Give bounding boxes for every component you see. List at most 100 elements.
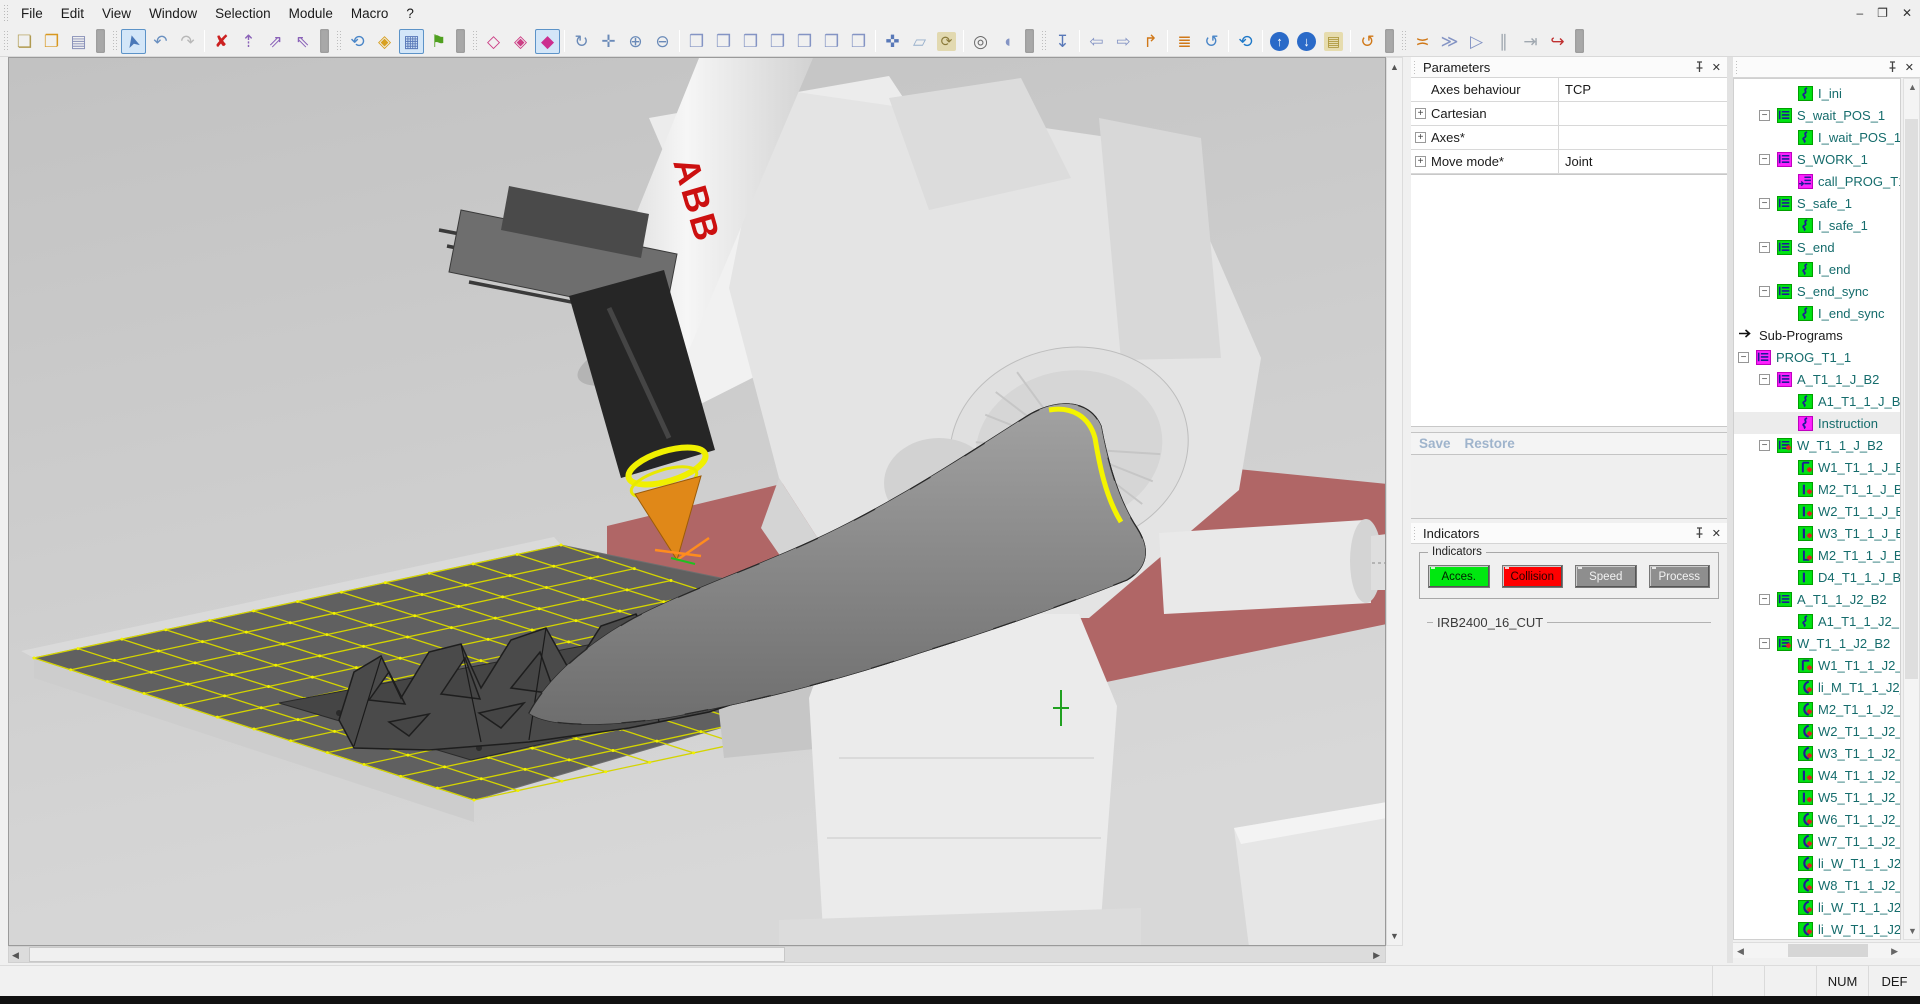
scroll-left-icon[interactable]: ◀ xyxy=(12,950,19,961)
tree-item[interactable]: M2_T1_1_J2_B2 xyxy=(1734,698,1900,720)
tree-item[interactable]: W3_T1_1_J2_B2 xyxy=(1734,742,1900,764)
viewport-vscrollbar[interactable]: ▲ ▼ xyxy=(1386,57,1403,946)
simulate-to-end-button[interactable]: ⇥ xyxy=(1518,29,1543,54)
menu-selection[interactable]: Selection xyxy=(206,2,280,25)
open-file-button[interactable]: ❐ xyxy=(39,29,64,54)
tree-item[interactable]: W4_T1_1_J2_B2 xyxy=(1734,764,1900,786)
tree-item[interactable]: W1_T1_1_J2_B2 xyxy=(1734,654,1900,676)
tree-item[interactable]: A1_T1_1_J_B2 xyxy=(1734,390,1900,412)
tree-item[interactable]: call_PROG_T1_1 xyxy=(1734,170,1900,192)
scroll-thumb[interactable] xyxy=(1905,119,1918,679)
collision-check-button[interactable]: ≍ xyxy=(1410,29,1435,54)
cad-plane-button[interactable]: ◈ xyxy=(372,29,397,54)
simulate-fast-button[interactable]: ≫ xyxy=(1437,29,1462,54)
window-close-icon[interactable]: ✕ xyxy=(1902,6,1912,20)
menu-edit[interactable]: Edit xyxy=(52,2,93,25)
tree-item[interactable]: I_end xyxy=(1734,258,1900,280)
delete-point-button[interactable]: ✘ xyxy=(209,29,234,54)
menu-module[interactable]: Module xyxy=(280,2,342,25)
view-bottom-button[interactable]: ❒ xyxy=(846,29,871,54)
tree-hscrollbar[interactable]: ◀ ▶ xyxy=(1733,942,1920,958)
pin-icon[interactable] xyxy=(1888,61,1897,73)
tree-item[interactable]: −S_end_sync xyxy=(1734,280,1900,302)
scroll-down-icon[interactable]: ▼ xyxy=(1390,927,1399,945)
expand-icon[interactable]: + xyxy=(1415,156,1426,167)
indicator-acces[interactable]: Acces. xyxy=(1428,565,1490,588)
move-up-button[interactable]: ↑ xyxy=(1267,29,1292,54)
close-icon[interactable]: ✕ xyxy=(1712,527,1721,540)
interpolation-button[interactable]: ↺ xyxy=(1355,29,1380,54)
collapse-icon[interactable]: − xyxy=(1759,154,1770,165)
fit-all-button[interactable]: ✜ xyxy=(880,29,905,54)
collapse-icon[interactable]: − xyxy=(1759,594,1770,605)
free-move-button[interactable]: ⇖ xyxy=(290,29,315,54)
coord-system-xyz-button[interactable]: ↺ xyxy=(1199,29,1224,54)
menu-view[interactable]: View xyxy=(93,2,140,25)
frames-button[interactable]: ▤ xyxy=(1321,29,1346,54)
refresh-view-button[interactable]: ⟳ xyxy=(934,29,959,54)
tree-item[interactable]: M2_T1_1_J_B2 xyxy=(1734,478,1900,500)
pin-icon[interactable] xyxy=(1695,61,1704,73)
tree-item[interactable]: D4_T1_1_J_B2 xyxy=(1734,566,1900,588)
parameter-value[interactable] xyxy=(1559,126,1727,149)
hidden-line-mode-button[interactable]: ◈ xyxy=(508,29,533,54)
parameter-value[interactable]: TCP xyxy=(1559,78,1727,101)
rotate-axis-button[interactable]: ⇗ xyxy=(263,29,288,54)
collapse-icon[interactable]: − xyxy=(1759,638,1770,649)
save-button[interactable]: Save xyxy=(1419,436,1451,451)
scroll-up-icon[interactable]: ▲ xyxy=(1908,82,1917,92)
tree-item[interactable]: li_W_T1_1_J2_B2 xyxy=(1734,918,1900,940)
collapse-icon[interactable]: − xyxy=(1738,352,1749,363)
tree-item[interactable]: W3_T1_1_J_B2 xyxy=(1734,522,1900,544)
collapse-icon[interactable]: − xyxy=(1759,242,1770,253)
tree-item[interactable]: I_end_sync xyxy=(1734,302,1900,324)
tree-item[interactable]: W2_T1_1_J_B2 xyxy=(1734,500,1900,522)
view-normal-button[interactable]: ◖ xyxy=(995,29,1020,54)
new-file-button[interactable]: ❏ xyxy=(12,29,37,54)
tree-item[interactable]: li_W_T1_1_J2_B2 xyxy=(1734,852,1900,874)
view-right-button[interactable]: ❒ xyxy=(792,29,817,54)
pan-view-button[interactable]: ✛ xyxy=(596,29,621,54)
tree-item[interactable]: W8_T1_1_J2_B2 xyxy=(1734,874,1900,896)
goto-operation-button[interactable]: ↱ xyxy=(1138,29,1163,54)
close-icon[interactable]: ✕ xyxy=(1712,61,1721,74)
toolpath-flags-button[interactable]: ⚑ xyxy=(426,29,451,54)
indicator-process[interactable]: Process xyxy=(1649,565,1711,588)
tree-item[interactable]: W1_T1_1_J_B2 xyxy=(1734,456,1900,478)
tree-item[interactable]: W6_T1_1_J2_B2 xyxy=(1734,808,1900,830)
undo-button[interactable]: ↶ xyxy=(148,29,173,54)
scroll-right-icon[interactable]: ▶ xyxy=(1373,950,1380,961)
scroll-right-icon[interactable]: ▶ xyxy=(1891,946,1898,957)
tree-item[interactable]: −A_T1_1_J_B2 xyxy=(1734,368,1900,390)
tree-item[interactable]: I_wait_POS_1 xyxy=(1734,126,1900,148)
tree-item[interactable]: −S_end xyxy=(1734,236,1900,258)
regenerate-button[interactable]: ⟲ xyxy=(1233,29,1258,54)
move-down-button[interactable]: ↓ xyxy=(1294,29,1319,54)
tree-item[interactable]: W2_T1_1_J2_B2 xyxy=(1734,720,1900,742)
collapse-icon[interactable]: − xyxy=(1759,110,1770,121)
close-icon[interactable]: ✕ xyxy=(1905,61,1914,74)
simulate-play-button[interactable]: ▷ xyxy=(1464,29,1489,54)
operations-list-button[interactable]: ≣ xyxy=(1172,29,1197,54)
indicator-collision[interactable]: Collision xyxy=(1502,565,1564,588)
tree-item[interactable]: W5_T1_1_J2_B2 xyxy=(1734,786,1900,808)
tree-item[interactable]: −W_T1_1_J_B2 xyxy=(1734,434,1900,456)
view-back-button[interactable]: ❒ xyxy=(738,29,763,54)
select-cursor-button[interactable]: ➤ xyxy=(121,29,146,54)
save-file-button[interactable]: ▤ xyxy=(66,29,91,54)
tree-item[interactable]: li_W_T1_1_J2_B2 xyxy=(1734,896,1900,918)
tree-item[interactable]: −PROG_T1_1 xyxy=(1734,346,1900,368)
parameter-value[interactable]: Joint xyxy=(1559,150,1727,173)
tree-item[interactable]: I_ini xyxy=(1734,82,1900,104)
collapse-icon[interactable]: − xyxy=(1759,198,1770,209)
tree-item[interactable]: A1_T1_1_J2_B2 xyxy=(1734,610,1900,632)
menu-help[interactable]: ? xyxy=(397,2,423,25)
pin-icon[interactable] xyxy=(1695,527,1704,539)
machining-grid-button[interactable]: ▦ xyxy=(399,29,424,54)
program-tree[interactable]: I_ini−S_wait_POS_1I_wait_POS_1−S_WORK_1c… xyxy=(1733,78,1901,940)
menu-window[interactable]: Window xyxy=(140,2,206,25)
scroll-up-icon[interactable]: ▲ xyxy=(1390,58,1399,76)
view-top-button[interactable]: ❒ xyxy=(819,29,844,54)
scroll-down-icon[interactable]: ▼ xyxy=(1908,926,1917,936)
tree-vscrollbar[interactable]: ▲ ▼ xyxy=(1903,78,1920,940)
